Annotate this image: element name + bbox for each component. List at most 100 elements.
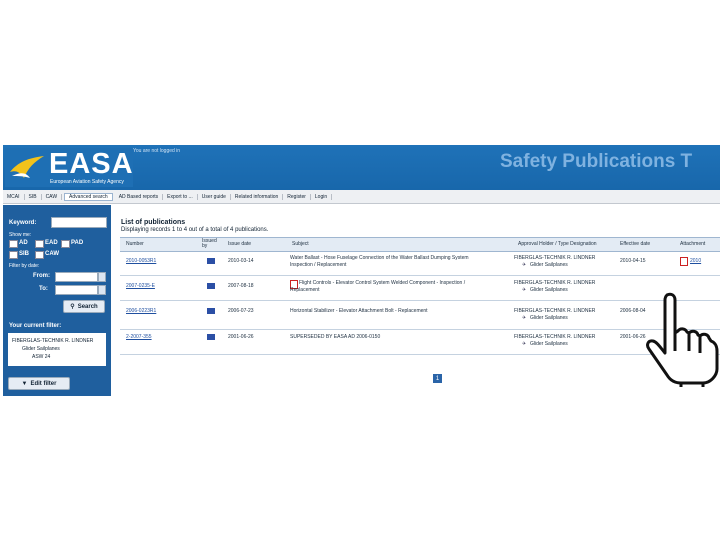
issue-date: 2001-06-26 [228, 334, 254, 340]
menu-register[interactable]: Register [283, 193, 311, 200]
show-label: Show me: [9, 232, 32, 238]
login-status: You are not logged in [133, 148, 181, 154]
filter-item: FIBERGLAS-TECHNIK R. LINDNER [12, 338, 94, 344]
checkbox-pad-label: PAD [71, 240, 84, 246]
checkbox-sib-label: SIB [19, 251, 30, 257]
subject-text: Water Ballast - Hose Fuselage Connection… [290, 255, 469, 261]
issue-date: 2010-03-14 [228, 258, 254, 264]
edit-filter-button[interactable]: ▼ Edit filter [8, 377, 70, 390]
calendar-icon[interactable] [98, 272, 106, 282]
eu-flag-icon [207, 334, 215, 340]
filter-item: ASW 24 [32, 354, 51, 360]
column-number[interactable]: Number [126, 241, 144, 247]
holder-text: FIBERGLAS-TECHNIK R. LINDNER [514, 255, 596, 261]
keyword-input[interactable] [51, 217, 107, 228]
subject-text: Replacement [290, 287, 320, 293]
type-text: Glider Sailplanes [530, 315, 568, 321]
checkbox-pad[interactable] [61, 240, 70, 248]
table-row: 2007-0235-E 2007-08-18 Flight Controls -… [120, 276, 720, 301]
subject-text: Inspection / Replacement [290, 262, 347, 268]
effective-date: 2010-04-15 [620, 258, 646, 264]
type-text: Glider Sailplanes [530, 341, 568, 347]
edit-filter-label: Edit filter [30, 380, 57, 387]
eu-flag-icon [207, 258, 215, 264]
logo-text: EASA [49, 148, 134, 180]
table-row: 2006-0223R1 2006-07-23 Horizontal Stabil… [120, 301, 720, 330]
publication-number-link[interactable]: 2-2007-355 [126, 334, 152, 340]
subject-text: SUPERSEDED BY EASA AD 2006-0150 [290, 334, 381, 340]
publication-number-link[interactable]: 2010-0053R1 [126, 258, 156, 264]
column-issue-date[interactable]: Issue date [228, 241, 251, 247]
effective-date: 2001-06-26 [620, 334, 646, 340]
menu-advanced-search[interactable]: Advanced search [64, 192, 113, 201]
menu-user-guide[interactable]: User guide [198, 193, 231, 200]
table-header: Number Issued by Issue date Subject Appr… [120, 237, 720, 252]
menu-bar: MCAI SIB CAW Advanced search AD Based re… [3, 190, 720, 204]
search-button[interactable]: ⚲ Search [63, 300, 105, 313]
to-date-input[interactable] [55, 285, 98, 295]
browser-screenshot: EASA European Aviation Safety Agency You… [3, 145, 720, 396]
column-approval-holder[interactable]: Approval Holder / Type Designation [518, 241, 597, 247]
from-label: From: [33, 273, 50, 279]
checkbox-caw[interactable] [35, 251, 44, 259]
subject-text: Flight Controls - Elevator Control Syste… [299, 280, 466, 286]
publication-number-link[interactable]: 2006-0223R1 [126, 308, 156, 314]
subject-text: Horizontal Stabilizer - Elevator Attachm… [290, 308, 428, 314]
checkbox-ead[interactable] [35, 240, 44, 248]
eu-flag-icon [207, 308, 215, 314]
page-number[interactable]: 1 [433, 374, 442, 383]
issue-date: 2006-07-23 [228, 308, 254, 314]
checkbox-ad[interactable] [9, 240, 18, 248]
current-filter-label: Your current filter: [9, 323, 62, 329]
bird-icon [10, 156, 44, 178]
logo-subtitle: European Aviation Safety Agency [50, 179, 124, 185]
checkbox-caw-label: CAW [45, 251, 59, 257]
from-date-input[interactable] [55, 272, 98, 282]
issue-date: 2007-08-18 [228, 283, 254, 289]
eu-flag-icon [207, 283, 215, 289]
pdf-icon[interactable] [680, 257, 688, 266]
column-issued-by[interactable]: Issued by [202, 239, 217, 249]
menu-caw[interactable]: CAW [42, 193, 63, 200]
list-subtitle: Displaying records 1 to 4 out of a total… [121, 227, 269, 233]
plane-icon: ✈ [522, 341, 527, 347]
menu-login[interactable]: Login [311, 193, 333, 200]
hand-cursor-icon [646, 292, 719, 387]
effective-date: 2006-08-04 [620, 308, 646, 314]
calendar-icon[interactable] [98, 285, 106, 295]
column-effective-date[interactable]: Effective date [620, 241, 650, 247]
keyword-label: Keyword: [9, 220, 37, 226]
menu-export[interactable]: Export to ... [163, 193, 198, 200]
holder-text: FIBERGLAS-TECHNIK R. LINDNER [514, 308, 596, 314]
column-attachment[interactable]: Attachment [680, 241, 705, 247]
holder-text: FIBERGLAS-TECHNIK R. LINDNER [514, 280, 596, 286]
menu-sib[interactable]: SIB [25, 193, 42, 200]
filter-item: Glider Sailplanes [22, 346, 60, 352]
attachment-link[interactable]: 2010 [690, 258, 701, 264]
checkbox-ad-label: AD [19, 240, 28, 246]
plane-icon: ✈ [522, 315, 527, 321]
search-button-label: Search [77, 303, 98, 310]
publication-number-link[interactable]: 2007-0235-E [126, 283, 155, 289]
type-text: Glider Sailplanes [530, 262, 568, 268]
menu-related-info[interactable]: Related information [231, 193, 284, 200]
filter-date-label: Filter by date: [9, 263, 40, 269]
banner-title: Safety Publications T [500, 151, 693, 172]
column-subject[interactable]: Subject [292, 241, 309, 247]
current-filter-box: FIBERGLAS-TECHNIK R. LINDNER Glider Sail… [8, 333, 106, 366]
menu-mcai[interactable]: MCAI [3, 193, 25, 200]
table-row: 2010-0053R1 2010-03-14 Water Ballast - H… [120, 251, 720, 276]
easa-logo[interactable]: EASA European Aviation Safety Agency [5, 148, 133, 187]
plane-icon: ✈ [522, 287, 527, 293]
site-banner: EASA European Aviation Safety Agency You… [3, 145, 720, 190]
list-title: List of publications [121, 219, 186, 226]
publications-panel: List of publications Displaying records … [119, 205, 720, 396]
checkbox-ead-label: EAD [45, 240, 58, 246]
holder-text: FIBERGLAS-TECHNIK R. LINDNER [514, 334, 596, 340]
search-icon: ⚲ [70, 304, 75, 310]
type-text: Glider Sailplanes [530, 287, 568, 293]
menu-ad-reports[interactable]: AD Based reports [115, 193, 164, 200]
search-sidebar: Keyword: Show me: AD EAD PAD SIB CAW Fil… [3, 205, 111, 396]
checkbox-sib[interactable] [9, 251, 18, 259]
funnel-icon: ▼ [21, 380, 28, 387]
